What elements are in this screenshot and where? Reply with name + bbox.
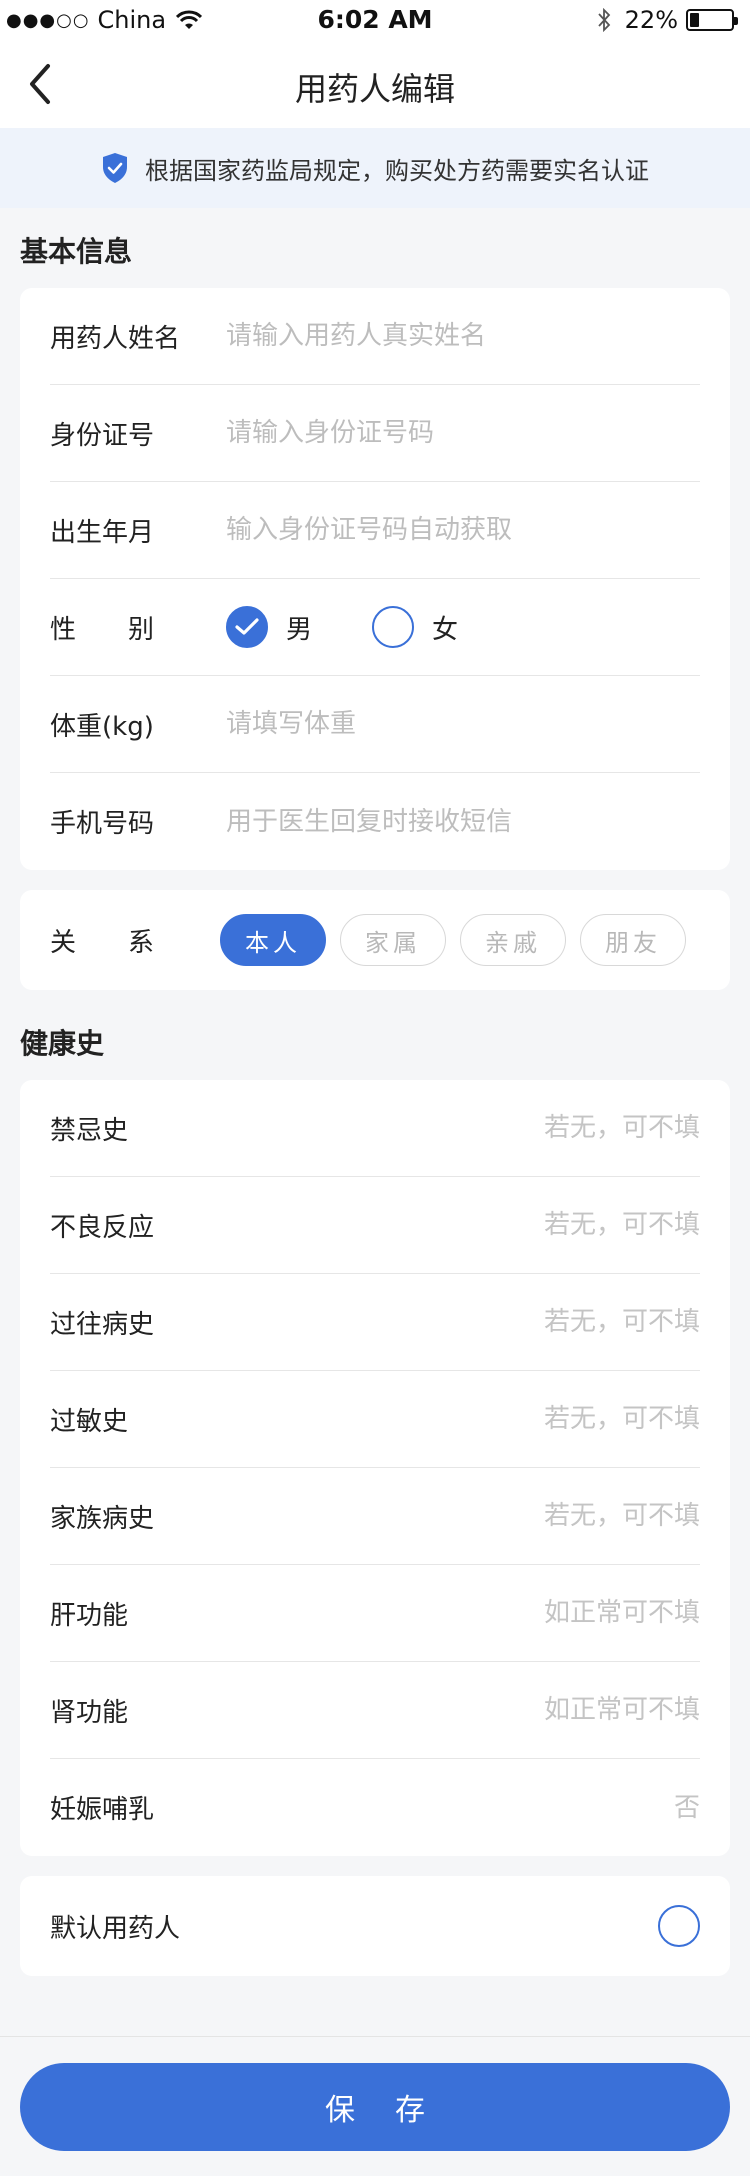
kidney-function-input[interactable]: [226, 1695, 700, 1725]
row-birth: 出生年月: [50, 482, 700, 579]
basic-info-card: 用药人姓名 身份证号 出生年月 性 别 男 女 体重(k: [20, 288, 730, 870]
gender-label: 性 别: [50, 614, 155, 645]
row-kidney-function: 肾功能: [50, 1662, 700, 1759]
row-name: 用药人姓名: [50, 288, 700, 385]
row-family-history: 家族病史: [50, 1468, 700, 1565]
battery-fill: [690, 13, 699, 27]
row-gender: 性 别 男 女: [50, 579, 700, 676]
check-icon: [235, 618, 259, 635]
section-title-basic: 基本信息: [20, 235, 133, 268]
allergy-input[interactable]: [226, 1404, 700, 1434]
gender-female-label: 女: [432, 614, 459, 645]
allergy-label: 过敏史: [50, 1406, 129, 1437]
default-user-radio[interactable]: [658, 1905, 700, 1947]
save-button[interactable]: 保存: [20, 2063, 730, 2151]
medical-history-label: 过往病史: [50, 1309, 155, 1340]
gender-male-label: 男: [286, 614, 313, 645]
pregnancy-input[interactable]: [226, 1792, 700, 1823]
id-label: 身份证号: [50, 420, 155, 451]
gender-female-radio[interactable]: 女: [372, 606, 458, 648]
liver-function-input[interactable]: [226, 1598, 700, 1628]
adverse-reaction-input[interactable]: [226, 1210, 700, 1240]
gender-male-radio[interactable]: 男: [226, 606, 312, 648]
id-input[interactable]: [226, 418, 700, 448]
kidney-function-label: 肾功能: [50, 1697, 129, 1728]
birth-label: 出生年月: [50, 517, 155, 548]
bluetooth-icon: [597, 8, 610, 32]
row-id: 身份证号: [50, 385, 700, 482]
weight-input[interactable]: [226, 709, 700, 739]
relation-card: 关 系 本人 家属 亲戚 朋友: [20, 890, 730, 990]
weight-label: 体重(kg): [50, 711, 154, 742]
phone-input[interactable]: [226, 806, 700, 837]
pregnancy-label: 妊娠哺乳: [50, 1795, 155, 1825]
name-label: 用药人姓名: [50, 323, 181, 354]
family-history-input[interactable]: [226, 1501, 700, 1531]
row-medical-history: 过往病史: [50, 1274, 700, 1371]
birth-input[interactable]: [226, 515, 700, 545]
contraindication-label: 禁忌史: [50, 1115, 129, 1146]
adverse-reaction-label: 不良反应: [50, 1212, 155, 1243]
family-history-label: 家族病史: [50, 1503, 155, 1534]
relation-option-family[interactable]: 家属: [340, 914, 446, 966]
notice-text: 根据国家药监局规定，购买处方药需要实名认证: [145, 156, 649, 185]
row-weight: 体重(kg): [50, 676, 700, 773]
status-right: 22%: [597, 6, 738, 34]
relation-option-relative[interactable]: 亲戚: [460, 914, 566, 966]
relation-options: 本人 家属 亲戚 朋友: [220, 914, 700, 966]
default-user-card: 默认用药人: [20, 1876, 730, 1976]
name-input[interactable]: [226, 321, 700, 351]
liver-function-label: 肝功能: [50, 1600, 129, 1631]
battery-icon: [686, 9, 738, 31]
row-relation: 关 系 本人 家属 亲戚 朋友: [50, 890, 700, 990]
status-bar: ●●●○○ China 6:02 AM 22%: [0, 0, 750, 40]
health-card: 禁忌史 不良反应 过往病史 过敏史 家族病史 肝功能 肾功能 妊娠哺乳: [20, 1080, 730, 1856]
phone-label: 手机号码: [50, 809, 155, 839]
row-pregnancy: 妊娠哺乳: [50, 1759, 700, 1856]
medical-history-input[interactable]: [226, 1307, 700, 1337]
nav-bar: 用药人编辑: [0, 40, 750, 128]
radio-unchecked-icon: [372, 606, 415, 648]
battery-percent: 22%: [624, 6, 678, 34]
relation-option-friend[interactable]: 朋友: [580, 914, 686, 966]
row-default-user: 默认用药人: [50, 1876, 700, 1976]
page-title: 用药人编辑: [294, 70, 455, 108]
gender-radio-group: 男 女: [226, 606, 518, 648]
row-liver-function: 肝功能: [50, 1565, 700, 1662]
radio-checked-icon: [226, 606, 268, 648]
row-phone: 手机号码: [50, 773, 700, 870]
shield-check-icon: [103, 153, 127, 183]
row-adverse-reaction: 不良反应: [50, 1177, 700, 1274]
default-user-label: 默认用药人: [50, 1913, 181, 1944]
contraindication-input[interactable]: [226, 1113, 700, 1143]
relation-label: 关 系: [50, 927, 155, 958]
row-contraindication: 禁忌史: [50, 1080, 700, 1177]
bottom-bar: 保存: [0, 2036, 750, 2176]
section-title-health: 健康史: [20, 1027, 105, 1060]
relation-option-self[interactable]: 本人: [220, 914, 326, 966]
realname-notice: 根据国家药监局规定，购买处方药需要实名认证: [0, 128, 750, 208]
row-allergy: 过敏史: [50, 1371, 700, 1468]
